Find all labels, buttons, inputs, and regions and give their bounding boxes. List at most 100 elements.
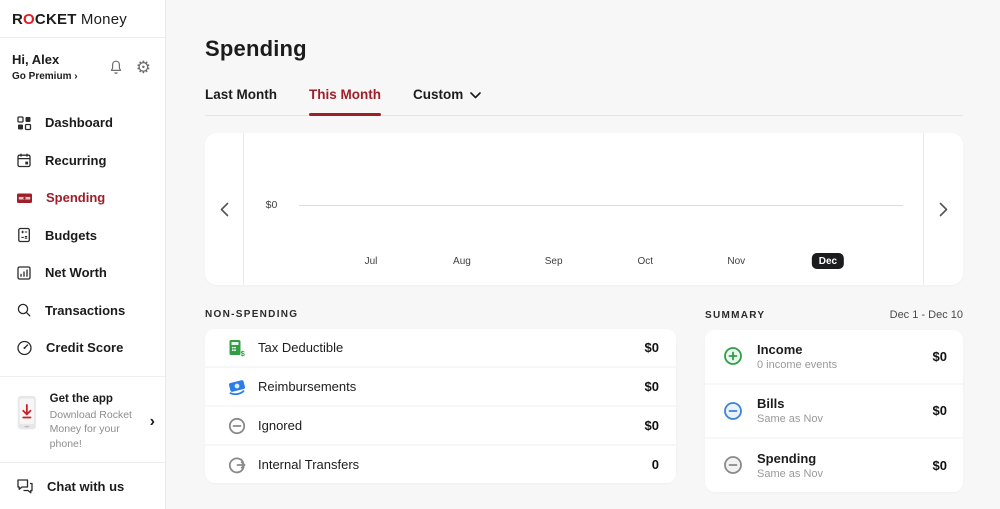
nav-label: Recurring [45, 152, 107, 168]
summary-row-income[interactable]: Income 0 income events $0 [705, 330, 963, 383]
row-internal-transfers[interactable]: Internal Transfers 0 [205, 446, 676, 483]
tab-last-month[interactable]: Last Month [205, 87, 277, 115]
nav-label: Dashboard [45, 115, 113, 131]
spending-chart-card: $0 Jul Aug Sep Oct Nov Dec [205, 133, 963, 285]
calendar-icon [17, 153, 31, 168]
main-content: Spending Last Month This Month Custom $0… [167, 0, 1000, 509]
chat-label: Chat with us [47, 478, 125, 494]
chart-month-label[interactable]: Sep [545, 256, 563, 267]
dashboard-icon [17, 116, 32, 130]
chart-month-label[interactable]: Nov [727, 256, 745, 267]
chart-prev-button[interactable] [205, 133, 244, 285]
summary-section: SUMMARY Dec 1 - Dec 10 Income 0 income e… [705, 309, 963, 492]
row-label: Ignored [258, 418, 303, 433]
chart-next-button[interactable] [923, 133, 963, 285]
phone-download-icon [17, 395, 36, 429]
gauge-icon [17, 340, 32, 355]
bar-chart-icon [17, 266, 31, 280]
go-premium-link[interactable]: Go Premium › [12, 71, 78, 82]
page-title: Spending [205, 36, 307, 61]
tab-this-month[interactable]: This Month [309, 87, 381, 116]
spending-minus-icon [724, 456, 742, 475]
sidebar-item-recurring[interactable]: Recurring [0, 142, 165, 180]
summary-heading: SUMMARY [705, 310, 766, 321]
chevron-right-icon [939, 202, 948, 216]
sidebar: ROCKET Money Hi, Alex Go Premium › ⚙ Das… [0, 0, 166, 509]
sidebar-item-transactions[interactable]: Transactions [0, 292, 165, 330]
non-spending-heading: NON-SPENDING [205, 309, 299, 320]
logo-o-mark: O [23, 11, 35, 28]
summary-row-subtitle: 0 income events [757, 358, 838, 371]
get-the-app-card[interactable]: Get the app Download Rocket Money for yo… [0, 375, 165, 466]
zero-line [299, 204, 903, 206]
svg-text:$: $ [241, 349, 246, 358]
nav-label: Budgets [45, 227, 97, 243]
notification-bell-icon[interactable] [108, 59, 124, 76]
summary-card: Income 0 income events $0 Bills Same as … [705, 330, 963, 492]
chart-month-label-selected[interactable]: Dec [811, 253, 845, 269]
nav-label: Spending [46, 190, 106, 206]
user-greeting: Hi, Alex [12, 52, 60, 67]
non-spending-card: $ Tax Deductible $0 Reimbursements $0 Ig… [205, 329, 676, 483]
summary-row-subtitle: Same as Nov [757, 467, 824, 480]
row-value: 0 [651, 457, 659, 472]
sidebar-item-net-worth[interactable]: Net Worth [0, 254, 165, 292]
sidebar-nav: Dashboard Recurring Spending Budgets Net… [0, 104, 165, 367]
row-label: Reimbursements [258, 379, 357, 394]
summary-row-value: $0 [932, 403, 947, 419]
nav-label: Credit Score [46, 340, 124, 356]
get-app-description: Download Rocket Money for your phone! [49, 408, 132, 450]
summary-row-value: $0 [932, 348, 947, 364]
zero-axis: $0 [244, 199, 903, 211]
nav-label: Net Worth [45, 265, 107, 281]
ignored-icon [228, 417, 246, 434]
get-app-title: Get the app [49, 392, 113, 405]
search-icon [17, 304, 31, 317]
summary-row-title: Spending [757, 450, 817, 466]
cash-icon [17, 193, 32, 203]
sidebar-item-budgets[interactable]: Budgets [0, 217, 165, 255]
rocket-money-logo[interactable]: ROCKET Money [0, 0, 165, 38]
chat-with-us-button[interactable]: Chat with us [0, 462, 165, 509]
row-label: Tax Deductible [258, 340, 344, 355]
chevron-down-icon [470, 91, 482, 98]
summary-date-range: Dec 1 - Dec 10 [889, 309, 963, 321]
chart-x-axis: Jul Aug Sep Oct Nov Dec [244, 253, 923, 276]
income-icon [724, 347, 742, 366]
tab-custom[interactable]: Custom [413, 87, 482, 115]
row-ignored[interactable]: Ignored $0 [205, 407, 676, 444]
sidebar-item-spending[interactable]: Spending [0, 179, 165, 217]
row-value: $0 [644, 379, 659, 394]
chart-month-label[interactable]: Aug [453, 256, 471, 267]
row-reimbursements[interactable]: Reimbursements $0 [205, 368, 676, 405]
tax-deductible-icon: $ [229, 339, 246, 358]
chat-bubble-icon [17, 479, 33, 494]
logo-text: R [12, 11, 24, 28]
non-spending-section: NON-SPENDING $ Tax Deductible $0 Reimbur… [205, 309, 676, 492]
summary-row-value: $0 [932, 457, 947, 473]
chevron-left-icon [220, 202, 228, 216]
summary-row-spending[interactable]: Spending Same as Nov $0 [705, 439, 963, 492]
row-label: Internal Transfers [258, 457, 360, 472]
bills-icon [724, 401, 742, 420]
chevron-right-icon: › [149, 413, 155, 431]
settings-gear-icon[interactable]: ⚙ [136, 59, 151, 76]
nav-label: Transactions [45, 302, 126, 318]
calculator-icon [18, 228, 30, 243]
summary-row-title: Bills [757, 396, 785, 412]
chart-month-label[interactable]: Oct [638, 256, 654, 267]
summary-row-title: Income [757, 341, 803, 357]
y-axis-tick: $0 [265, 199, 278, 211]
summary-row-bills[interactable]: Bills Same as Nov $0 [705, 384, 963, 437]
user-section: Hi, Alex Go Premium › ⚙ [0, 38, 165, 94]
row-tax-deductible[interactable]: $ Tax Deductible $0 [205, 329, 676, 366]
sidebar-item-dashboard[interactable]: Dashboard [0, 104, 165, 142]
period-tabs: Last Month This Month Custom [205, 87, 963, 116]
chart-month-label[interactable]: Jul [365, 256, 378, 267]
internal-transfers-icon [228, 457, 246, 473]
row-value: $0 [644, 418, 659, 433]
row-value: $0 [644, 340, 659, 355]
sidebar-item-credit-score[interactable]: Credit Score [0, 329, 165, 367]
spending-line-chart: $0 Jul Aug Sep Oct Nov Dec [244, 133, 923, 285]
summary-row-subtitle: Same as Nov [757, 413, 824, 426]
